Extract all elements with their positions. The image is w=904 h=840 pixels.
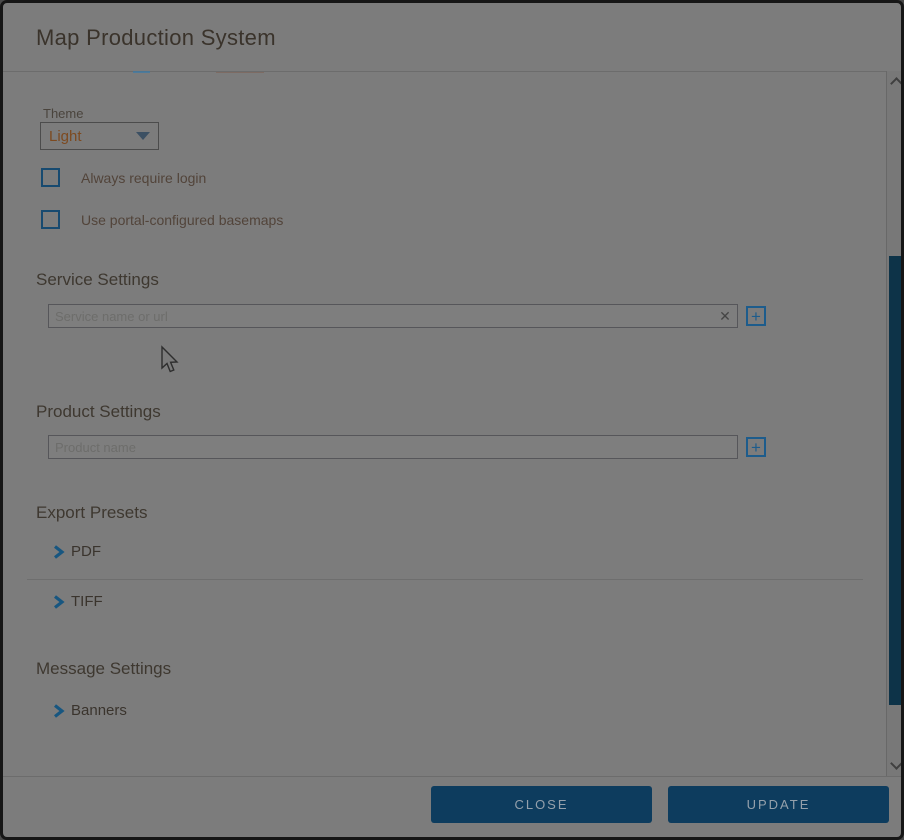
footer-divider	[3, 776, 901, 777]
message-setting-label: Banners	[71, 702, 127, 719]
use-portal-basemaps-checkbox[interactable]	[41, 210, 60, 229]
add-service-button[interactable]: +	[746, 306, 766, 326]
service-name-input[interactable]	[49, 305, 713, 327]
export-preset-tiff-expander[interactable]: TIFF	[52, 593, 103, 610]
theme-label: Theme	[43, 106, 83, 121]
product-settings-heading: Product Settings	[36, 402, 161, 422]
chevron-right-icon	[52, 544, 65, 560]
checkbox-row: Always require login	[41, 168, 206, 187]
chevron-right-icon	[52, 594, 65, 610]
export-preset-label: PDF	[71, 543, 101, 560]
divider	[27, 579, 863, 580]
chevron-down-icon	[136, 132, 150, 140]
service-settings-heading: Service Settings	[36, 270, 159, 290]
mouse-cursor-icon	[158, 345, 180, 375]
checkbox-label: Always require login	[81, 170, 206, 186]
checkbox-row: Use portal-configured basemaps	[41, 210, 283, 229]
theme-selected-value: Light	[49, 128, 82, 145]
clipped-element-fragment	[133, 71, 150, 73]
plus-icon: +	[751, 307, 761, 326]
scroll-up-arrow-icon[interactable]	[890, 77, 903, 90]
theme-select[interactable]: Light	[40, 122, 159, 150]
clear-icon[interactable]: ✕	[713, 305, 737, 327]
scrollbar-thumb[interactable]	[889, 256, 904, 705]
scroll-down-arrow-icon[interactable]	[890, 757, 903, 770]
banners-expander[interactable]: Banners	[52, 702, 127, 719]
export-presets-heading: Export Presets	[36, 503, 148, 523]
vertical-scrollbar[interactable]	[886, 71, 904, 776]
update-button[interactable]: UPDATE	[668, 786, 889, 823]
always-require-login-checkbox[interactable]	[41, 168, 60, 187]
message-settings-heading: Message Settings	[36, 659, 171, 679]
product-name-field	[48, 435, 738, 459]
map-production-system-dialog: Map Production System Theme Light Always…	[0, 0, 904, 840]
export-preset-pdf-expander[interactable]: PDF	[52, 543, 101, 560]
export-preset-label: TIFF	[71, 593, 103, 610]
checkbox-label: Use portal-configured basemaps	[81, 212, 283, 228]
dialog-title: Map Production System	[36, 25, 276, 51]
product-name-input[interactable]	[49, 436, 737, 458]
plus-icon: +	[751, 438, 761, 457]
clipped-element-fragment	[216, 72, 264, 73]
service-name-field: ✕	[48, 304, 738, 328]
close-button[interactable]: CLOSE	[431, 786, 652, 823]
add-product-button[interactable]: +	[746, 437, 766, 457]
chevron-right-icon	[52, 703, 65, 719]
